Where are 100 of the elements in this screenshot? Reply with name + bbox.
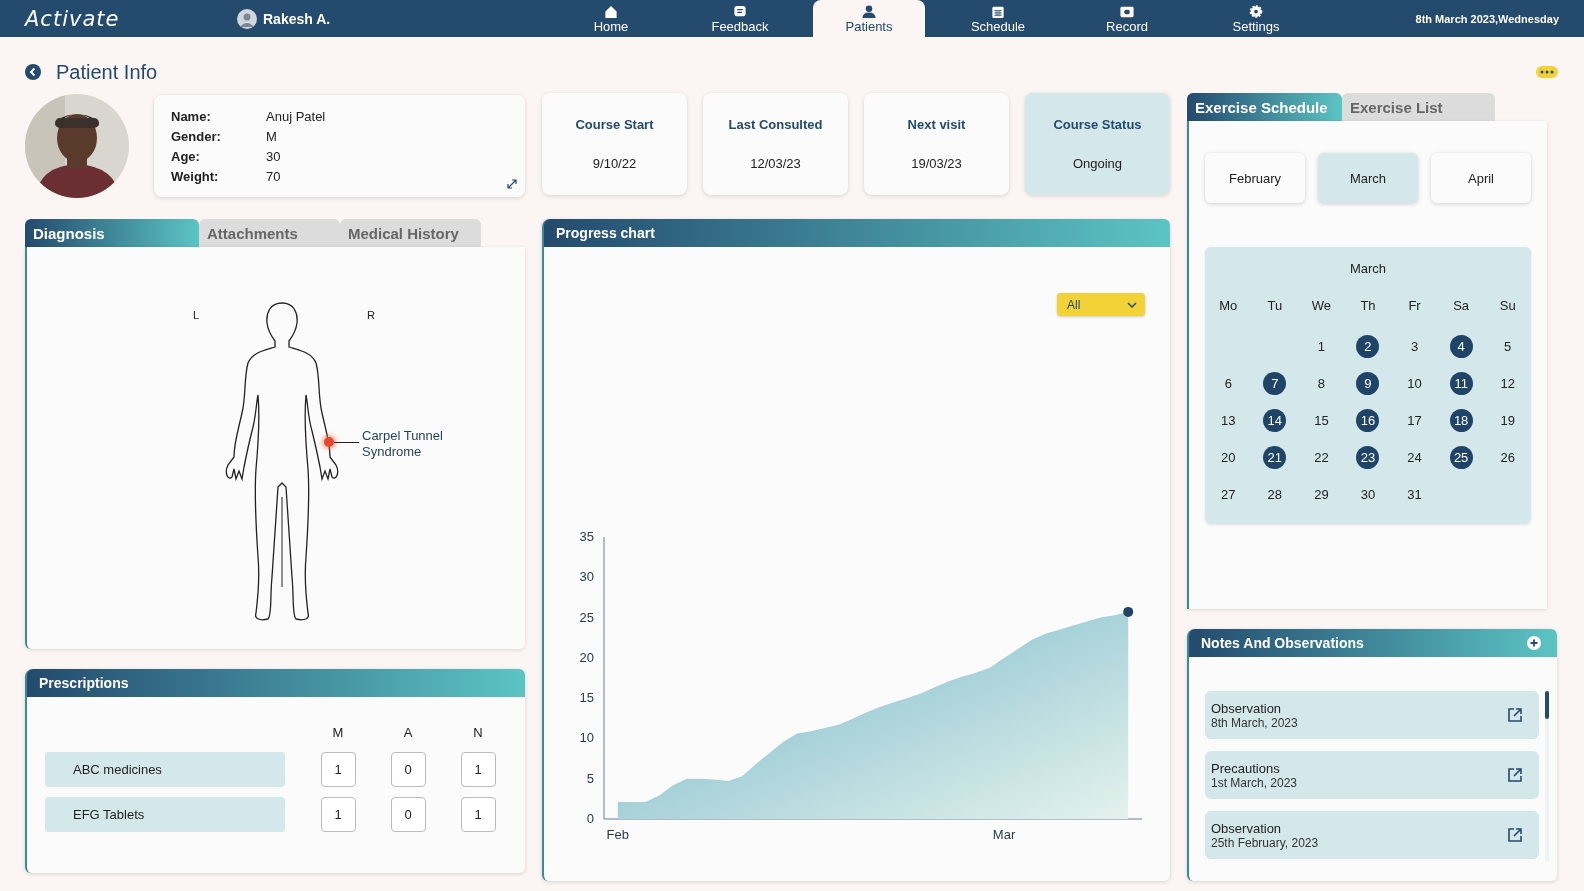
tab[interactable]: Diagnosis <box>25 219 199 247</box>
note-date: 8th March, 2023 <box>1211 715 1298 730</box>
record-icon <box>1119 4 1135 19</box>
panel-title: Prescriptions <box>39 675 129 691</box>
calendar-day[interactable]: 5 <box>1496 335 1520 358</box>
pain-marker <box>324 437 334 447</box>
note-title: Precautions <box>1211 760 1281 776</box>
y-tick-label: 0 <box>586 811 594 826</box>
calendar-day[interactable]: 12 <box>1496 372 1520 395</box>
calendar-day[interactable]: 10 <box>1403 372 1427 395</box>
home-icon <box>603 4 619 19</box>
stat-label: Next visit <box>907 117 966 132</box>
calendar-day[interactable]: 3 <box>1403 335 1427 358</box>
calendar-day[interactable]: 17 <box>1403 409 1427 432</box>
calendar-day[interactable]: 30 <box>1356 483 1380 506</box>
weekday-label: Sa <box>1452 298 1471 313</box>
nav-tab[interactable]: Home <box>555 0 667 37</box>
dose-field[interactable]: 0 <box>390 797 426 832</box>
calendar-day[interactable]: 11 <box>1449 372 1473 395</box>
stat-label: Course Start <box>575 117 654 132</box>
weekday-label: We <box>1310 298 1333 313</box>
stat-value: Ongoing <box>1072 156 1123 171</box>
stat-value: 19/03/23 <box>911 156 962 171</box>
tab[interactable]: Medical History <box>340 219 481 247</box>
dose-field[interactable]: 0 <box>390 752 426 787</box>
dose-field[interactable]: 1 <box>460 797 496 832</box>
calendar-day[interactable]: 21 <box>1263 446 1287 469</box>
person-icon <box>861 4 877 19</box>
calendar-day[interactable]: 23 <box>1356 446 1380 469</box>
open-external-icon <box>1507 767 1523 783</box>
calendar-day[interactable]: 14 <box>1263 409 1287 432</box>
calendar-day[interactable]: 18 <box>1449 409 1473 432</box>
calendar-day[interactable]: 29 <box>1309 483 1333 506</box>
filter-dropdown[interactable]: All <box>1057 293 1145 316</box>
calendar-day[interactable]: 26 <box>1496 446 1520 469</box>
calendar-day[interactable]: 8 <box>1309 372 1333 395</box>
weekday-label: Fr <box>1407 298 1422 313</box>
panel-title: Notes And Observations <box>1201 635 1364 651</box>
dose-field[interactable]: 1 <box>320 797 356 832</box>
open-external-icon <box>1507 827 1523 843</box>
expand-button[interactable] <box>507 179 517 189</box>
calendar-day[interactable]: 2 <box>1356 335 1380 358</box>
chevron-down-icon <box>1127 301 1137 308</box>
x-tick-label: Mar <box>992 827 1016 842</box>
note-date: 25th February, 2023 <box>1211 835 1319 850</box>
weekday-label: Th <box>1359 298 1377 313</box>
month-button[interactable]: April <box>1431 153 1531 203</box>
month-button[interactable]: February <box>1205 153 1305 203</box>
weekday-label: Mo <box>1218 298 1239 313</box>
calendar-day[interactable]: 27 <box>1216 483 1240 506</box>
note-item[interactable]: Precautions 1st March, 2023 <box>1205 751 1539 799</box>
month-button[interactable]: March <box>1318 153 1418 203</box>
field-label: Gender: <box>171 128 221 144</box>
calendar-day[interactable]: 1 <box>1309 335 1333 358</box>
tab[interactable]: Exercise Schedule <box>1187 93 1342 121</box>
note-icon <box>732 4 748 19</box>
stat-value: 9/10/22 <box>592 156 637 171</box>
y-tick-label: 10 <box>579 730 594 746</box>
app-logo: Activate <box>23 5 121 33</box>
data-point <box>1123 606 1134 617</box>
nav-tab[interactable]: Settings <box>1200 0 1312 37</box>
medicine-name: ABC medicines <box>45 752 285 787</box>
back-button[interactable] <box>25 64 41 80</box>
more-button[interactable] <box>1536 66 1558 78</box>
calendar-day[interactable]: 25 <box>1449 446 1473 469</box>
nav-tab[interactable]: Record <box>1071 0 1183 37</box>
field-value: 30 <box>266 148 281 164</box>
tab[interactable]: Exercise List <box>1342 93 1495 121</box>
nav-tab[interactable]: Feedback <box>684 0 796 37</box>
x-axis: Feb Mar <box>603 818 1143 842</box>
calendar-day[interactable]: 13 <box>1216 409 1240 432</box>
calendar-day[interactable]: 20 <box>1216 446 1240 469</box>
calendar-month: March <box>1348 261 1388 276</box>
nav-tab[interactable]: Schedule <box>942 0 1054 37</box>
add-button[interactable] <box>1527 636 1541 650</box>
y-tick-label: 30 <box>579 569 594 585</box>
calendar-day[interactable]: 28 <box>1263 483 1287 506</box>
avatar-icon <box>237 8 257 29</box>
calendar-day[interactable]: 9 <box>1356 372 1380 395</box>
calendar-day[interactable]: 15 <box>1309 409 1333 432</box>
side-label: R <box>367 309 375 321</box>
calendar-day[interactable]: 22 <box>1309 446 1333 469</box>
calendar-day[interactable]: 19 <box>1496 409 1520 432</box>
field-label: Name: <box>171 108 211 124</box>
calendar-icon <box>990 4 1006 19</box>
dose-field[interactable]: 1 <box>320 752 356 787</box>
calendar-day[interactable]: 31 <box>1403 483 1427 506</box>
nav-tab[interactable]: Patients <box>813 0 925 37</box>
calendar-day[interactable]: 7 <box>1263 372 1287 395</box>
weekday-label: Tu <box>1266 298 1284 313</box>
dose-field[interactable]: 1 <box>460 752 496 787</box>
more-icon <box>1540 70 1554 74</box>
calendar-day[interactable]: 6 <box>1216 372 1240 395</box>
calendar-day[interactable]: 16 <box>1356 409 1380 432</box>
user-name: Rakesh A. <box>263 10 331 27</box>
calendar-day[interactable]: 4 <box>1449 335 1473 358</box>
note-item[interactable]: Observation 8th March, 2023 <box>1205 691 1539 739</box>
tab[interactable]: Attachments <box>199 219 340 247</box>
calendar-day[interactable]: 24 <box>1403 446 1427 469</box>
note-item[interactable]: Observation 25th February, 2023 <box>1205 811 1539 859</box>
